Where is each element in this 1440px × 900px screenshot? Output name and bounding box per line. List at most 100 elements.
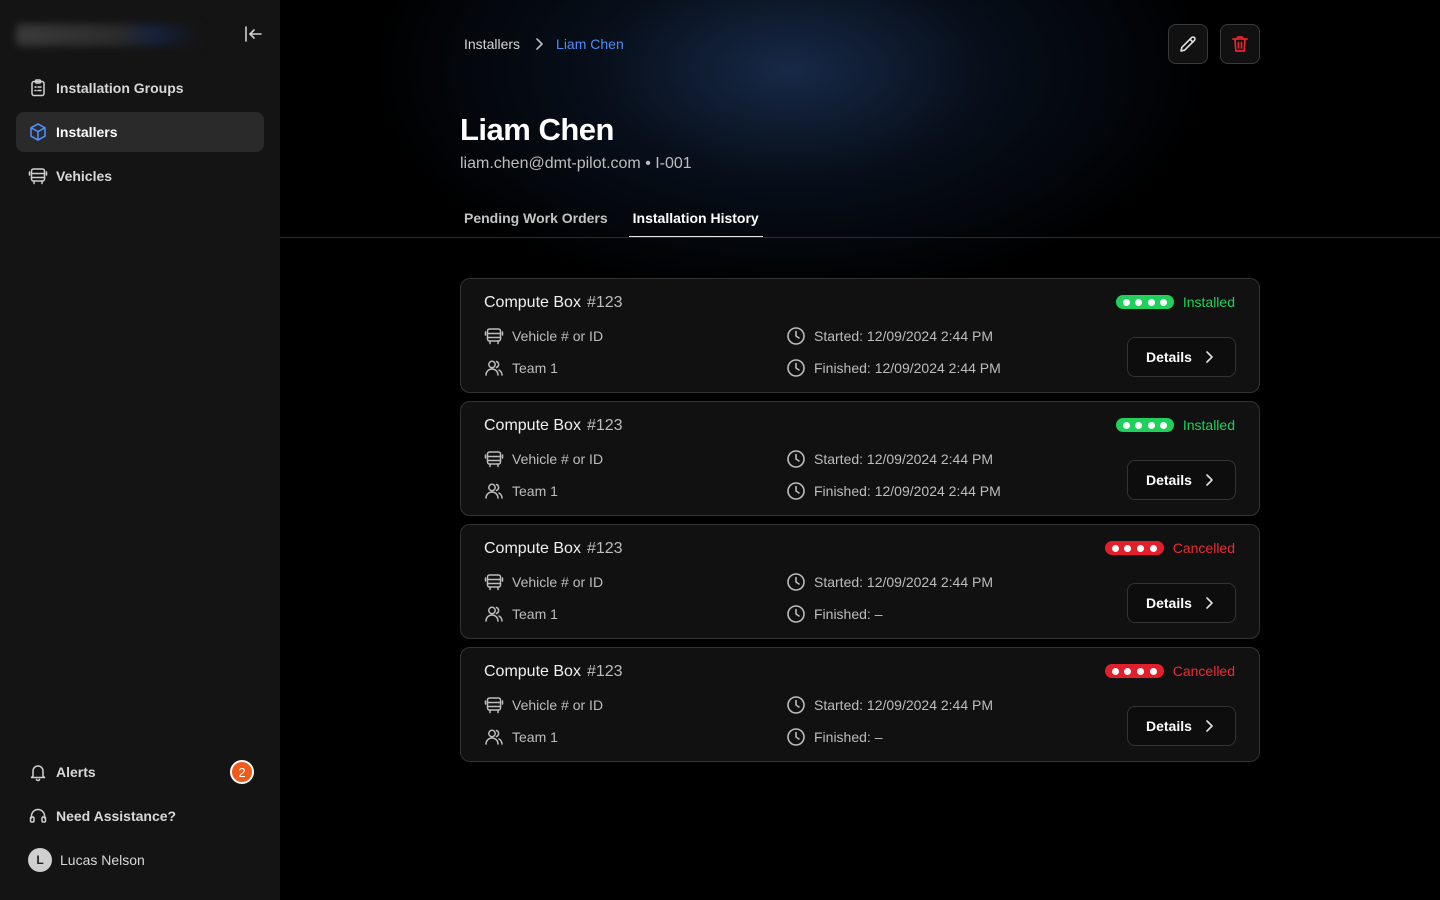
- vehicle-value: Vehicle # or ID: [512, 328, 604, 344]
- nav-item-installers[interactable]: Installers: [16, 112, 264, 152]
- team-value: Team 1: [512, 729, 558, 745]
- finished-field: Finished: 12/09/2024 2:44 PM: [786, 358, 1001, 378]
- nav-item-label: Vehicles: [56, 168, 113, 184]
- chevron-right-icon: [1204, 473, 1214, 487]
- app-logo: [16, 24, 200, 46]
- installer-meta: liam.chen@dmt-pilot.com • I-001: [460, 155, 692, 172]
- clock-icon: [786, 326, 806, 346]
- status-label: Cancelled: [1172, 663, 1235, 679]
- status-badge: Installed: [1115, 294, 1235, 310]
- user-profile[interactable]: L Lucas Nelson: [16, 840, 264, 880]
- chevron-right-icon: [534, 37, 544, 51]
- history-card: Compute Box #123 Vehicle # or ID Team 1: [460, 524, 1260, 639]
- edit-button[interactable]: [1168, 24, 1208, 64]
- page-title: Liam Chen: [460, 112, 614, 147]
- clock-icon: [786, 727, 806, 747]
- status-badge: Installed: [1115, 417, 1235, 433]
- history-card: Compute Box #123 Vehicle # or ID Team 1: [460, 401, 1260, 516]
- finished-value: Finished: 12/09/2024 2:44 PM: [814, 483, 1001, 499]
- status-indicator: [1115, 418, 1174, 432]
- status-badge: Cancelled: [1104, 663, 1235, 679]
- history-card: Compute Box #123 Vehicle # or ID Team 1: [460, 647, 1260, 762]
- vehicle-value: Vehicle # or ID: [512, 574, 604, 590]
- clock-icon: [786, 358, 806, 378]
- nav-item-need-assistance[interactable]: Need Assistance?: [16, 796, 264, 836]
- card-title: Compute Box #123: [484, 417, 623, 435]
- bell-icon: [28, 762, 48, 782]
- started-field: Started: 12/09/2024 2:44 PM: [786, 449, 993, 469]
- started-field: Started: 12/09/2024 2:44 PM: [786, 326, 993, 346]
- details-button[interactable]: Details: [1127, 706, 1236, 746]
- details-button[interactable]: Details: [1127, 337, 1236, 377]
- clock-icon: [786, 604, 806, 624]
- status-label: Installed: [1182, 417, 1235, 433]
- details-button[interactable]: Details: [1127, 460, 1236, 500]
- started-value: Started: 12/09/2024 2:44 PM: [814, 451, 994, 467]
- vehicle-field: Vehicle # or ID: [484, 449, 603, 469]
- details-button[interactable]: Details: [1127, 583, 1236, 623]
- bus-icon: [484, 572, 504, 592]
- delete-button[interactable]: [1220, 24, 1260, 64]
- clock-icon: [786, 572, 806, 592]
- status-indicator: [1104, 664, 1164, 678]
- finished-value: Finished: –: [814, 729, 883, 745]
- chevron-right-icon: [1204, 596, 1214, 610]
- clock-icon: [786, 449, 806, 469]
- status-badge: Cancelled: [1104, 540, 1235, 556]
- bus-icon: [28, 166, 48, 186]
- main-content: Installers Liam Chen Liam Chen liam.chen…: [280, 0, 1440, 900]
- bus-icon: [484, 695, 504, 715]
- details-label: Details: [1146, 595, 1192, 611]
- status-label: Installed: [1182, 294, 1235, 310]
- history-card: Compute Box #123 Vehicle # or ID Team 1: [460, 278, 1260, 393]
- installation-history-list: Compute Box #123 Vehicle # or ID Team 1: [460, 278, 1260, 770]
- collapse-left-icon: [245, 26, 262, 42]
- started-value: Started: 12/09/2024 2:44 PM: [814, 697, 994, 713]
- tab-installation-history[interactable]: Installation History: [628, 200, 763, 238]
- started-field: Started: 12/09/2024 2:44 PM: [786, 572, 993, 592]
- device-name: Compute Box: [484, 294, 581, 311]
- sidebar-footer: Alerts 2 Need Assistance? L Lucas Nelson: [16, 752, 264, 880]
- nav-item-label: Installation Groups: [56, 80, 184, 96]
- users-icon: [484, 727, 504, 747]
- tab-divider: [280, 237, 1440, 238]
- team-field: Team 1: [484, 604, 558, 624]
- collapse-sidebar-button[interactable]: [240, 22, 266, 46]
- nav-item-label: Alerts: [56, 764, 96, 780]
- chevron-right-icon: [1204, 350, 1214, 364]
- users-icon: [484, 481, 504, 501]
- vehicle-field: Vehicle # or ID: [484, 695, 603, 715]
- finished-field: Finished: –: [786, 727, 882, 747]
- nav-item-vehicles[interactable]: Vehicles: [16, 156, 264, 196]
- breadcrumb-installers[interactable]: Installers: [464, 36, 520, 52]
- vehicle-field: Vehicle # or ID: [484, 572, 603, 592]
- finished-field: Finished: –: [786, 604, 882, 624]
- tab-pending-work-orders[interactable]: Pending Work Orders: [460, 200, 612, 238]
- details-label: Details: [1146, 472, 1192, 488]
- alerts-count-badge: 2: [230, 760, 254, 784]
- device-name: Compute Box: [484, 540, 581, 557]
- users-icon: [484, 358, 504, 378]
- finished-value: Finished: –: [814, 606, 883, 622]
- team-value: Team 1: [512, 360, 558, 376]
- clock-icon: [786, 695, 806, 715]
- team-value: Team 1: [512, 606, 558, 622]
- details-label: Details: [1146, 718, 1192, 734]
- team-value: Team 1: [512, 483, 558, 499]
- nav-item-alerts[interactable]: Alerts 2: [16, 752, 264, 792]
- card-title: Compute Box #123: [484, 540, 623, 558]
- card-title: Compute Box #123: [484, 663, 623, 681]
- user-name: Lucas Nelson: [60, 852, 145, 868]
- started-value: Started: 12/09/2024 2:44 PM: [814, 574, 994, 590]
- breadcrumb-current: Liam Chen: [556, 36, 624, 52]
- status-indicator: [1104, 541, 1164, 555]
- team-field: Team 1: [484, 358, 558, 378]
- nav-item-label: Need Assistance?: [56, 808, 177, 824]
- vehicle-value: Vehicle # or ID: [512, 697, 604, 713]
- main-nav: Installation Groups Installers Vehicles: [16, 68, 264, 200]
- finished-value: Finished: 12/09/2024 2:44 PM: [814, 360, 1001, 376]
- breadcrumb: Installers Liam Chen: [464, 36, 624, 52]
- device-number: #123: [586, 540, 623, 557]
- vehicle-value: Vehicle # or ID: [512, 451, 604, 467]
- nav-item-installation-groups[interactable]: Installation Groups: [16, 68, 264, 108]
